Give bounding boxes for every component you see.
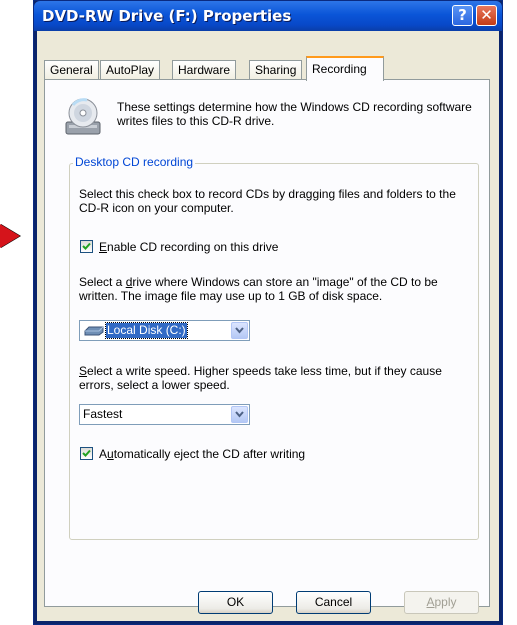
tab-autoplay[interactable]: AutoPlay <box>100 60 161 79</box>
window-title: DVD-RW Drive (F:) Properties <box>42 7 292 25</box>
apply-button[interactable]: Apply <box>404 591 479 614</box>
enable-cd-recording-checkbox[interactable] <box>80 240 93 253</box>
title-bar[interactable]: DVD-RW Drive (F:) Properties ? ✕ <box>34 1 502 31</box>
help-button[interactable]: ? <box>452 5 473 26</box>
auto-eject-label[interactable]: Automatically eject the CD after writing <box>99 447 305 461</box>
auto-eject-checkbox[interactable] <box>80 447 93 460</box>
chevron-down-icon <box>235 327 244 334</box>
drive-select[interactable]: Local Disk (C:) <box>79 320 250 341</box>
properties-dialog: DVD-RW Drive (F:) Properties ? ✕ General… <box>33 0 503 625</box>
pointer-arrow-icon <box>0 224 20 248</box>
tab-general[interactable]: General <box>44 60 99 79</box>
cd-drive-icon <box>63 96 103 141</box>
checkmark-icon <box>82 242 91 250</box>
tab-recording[interactable]: Recording <box>306 56 384 81</box>
dialog-client-area: General AutoPlay Hardware Sharing Record… <box>37 31 499 621</box>
tab-description: These settings determine how the Windows… <box>117 100 472 128</box>
drive-select-value: Local Disk (C:) <box>105 322 188 339</box>
tab-sharing[interactable]: Sharing <box>249 60 303 79</box>
drive-select-prompt: Select a drive where Windows can store a… <box>79 275 438 303</box>
group-intro-text: Select this check box to record CDs by d… <box>79 187 456 215</box>
enable-cd-recording-label[interactable]: Enable CD recording on this drive <box>99 240 278 254</box>
speed-select-prompt: Select a write speed. Higher speeds take… <box>79 364 442 392</box>
drive-dropdown-button[interactable] <box>231 322 248 339</box>
cancel-button[interactable]: Cancel <box>296 591 371 614</box>
recording-tab-panel: These settings determine how the Windows… <box>44 79 490 607</box>
group-title: Desktop CD recording <box>73 155 196 169</box>
chevron-down-icon <box>235 411 244 418</box>
speed-dropdown-button[interactable] <box>231 406 248 423</box>
ok-button[interactable]: OK <box>198 591 273 614</box>
close-button[interactable]: ✕ <box>476 5 497 26</box>
hard-drive-icon <box>84 326 104 336</box>
tab-hardware[interactable]: Hardware <box>172 60 237 79</box>
write-speed-select[interactable]: Fastest <box>79 404 250 425</box>
checkmark-icon <box>82 449 91 457</box>
desktop-cd-recording-group <box>69 163 479 540</box>
write-speed-value: Fastest <box>83 407 123 421</box>
